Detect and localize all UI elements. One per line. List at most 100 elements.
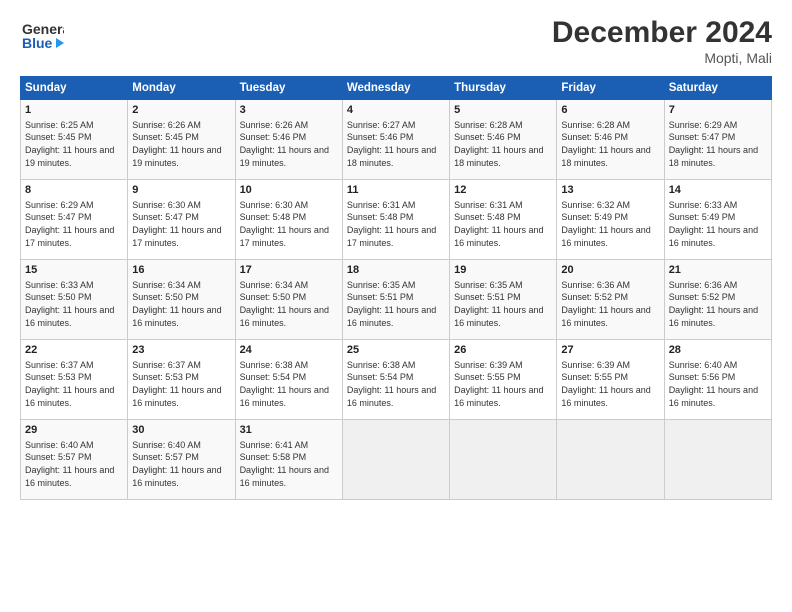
cell-info: Sunrise: 6:32 AMSunset: 5:49 PMDaylight:… — [561, 200, 650, 248]
calendar-page: General Blue December 2024 Mopti, Mali S… — [0, 0, 792, 612]
logo-icon: General Blue — [20, 16, 64, 54]
cell-info: Sunrise: 6:35 AMSunset: 5:51 PMDaylight:… — [347, 280, 436, 328]
calendar-cell: 1 Sunrise: 6:25 AMSunset: 5:45 PMDaylight… — [21, 100, 128, 180]
calendar-cell: 9Sunrise: 6:30 AMSunset: 5:47 PMDaylight… — [128, 180, 235, 260]
header-row: Sunday Monday Tuesday Wednesday Thursday… — [21, 77, 772, 100]
calendar-cell: 14Sunrise: 6:33 AMSunset: 5:49 PMDayligh… — [664, 180, 771, 260]
month-year-title: December 2024 — [552, 16, 772, 50]
day-number: 3 — [240, 103, 338, 118]
calendar-cell: 15 Sunrise: 6:33 AMSunset: 5:50 PMDayligh… — [21, 260, 128, 340]
calendar-table: Sunday Monday Tuesday Wednesday Thursday… — [20, 76, 772, 500]
day-number: 14 — [669, 183, 767, 198]
calendar-cell: 31 Sunrise: 6:41 AMSunset: 5:58 PMDayligh… — [235, 420, 342, 500]
cell-info: Sunrise: 6:37 AMSunset: 5:53 PMDaylight:… — [132, 360, 221, 408]
cell-info: Sunrise: 6:31 AMSunset: 5:48 PMDaylight:… — [347, 200, 436, 248]
day-number: 26 — [454, 343, 552, 358]
cell-info: Sunrise: 6:41 AMSunset: 5:58 PMDaylight:… — [240, 440, 329, 488]
calendar-cell: 5 Sunrise: 6:28 AMSunset: 5:46 PMDaylight… — [450, 100, 557, 180]
day-number: 25 — [347, 343, 445, 358]
col-sunday: Sunday — [21, 77, 128, 100]
col-monday: Monday — [128, 77, 235, 100]
calendar-cell — [664, 420, 771, 500]
day-number: 5 — [454, 103, 552, 118]
cell-info: Sunrise: 6:37 AMSunset: 5:53 PMDaylight:… — [25, 360, 114, 408]
day-number: 18 — [347, 263, 445, 278]
calendar-cell: 29Sunrise: 6:40 AMSunset: 5:57 PMDayligh… — [21, 420, 128, 500]
cell-info: Sunrise: 6:27 AMSunset: 5:46 PMDaylight:… — [347, 120, 436, 168]
calendar-cell: 19Sunrise: 6:35 AMSunset: 5:51 PMDayligh… — [450, 260, 557, 340]
calendar-week-row: 15 Sunrise: 6:33 AMSunset: 5:50 PMDayligh… — [21, 260, 772, 340]
calendar-cell: 13Sunrise: 6:32 AMSunset: 5:49 PMDayligh… — [557, 180, 664, 260]
page-header: General Blue December 2024 Mopti, Mali — [20, 16, 772, 66]
cell-info: Sunrise: 6:25 AMSunset: 5:45 PMDaylight:… — [25, 120, 114, 168]
col-saturday: Saturday — [664, 77, 771, 100]
calendar-cell: 23 Sunrise: 6:37 AMSunset: 5:53 PMDayligh… — [128, 340, 235, 420]
day-number: 20 — [561, 263, 659, 278]
calendar-cell — [342, 420, 449, 500]
day-number: 11 — [347, 183, 445, 198]
calendar-cell: 27 Sunrise: 6:39 AMSunset: 5:55 PMDayligh… — [557, 340, 664, 420]
day-number: 15 — [25, 263, 123, 278]
cell-info: Sunrise: 6:29 AMSunset: 5:47 PMDaylight:… — [669, 120, 758, 168]
day-number: 4 — [347, 103, 445, 118]
location-subtitle: Mopti, Mali — [552, 50, 772, 66]
day-number: 12 — [454, 183, 552, 198]
calendar-body: 1 Sunrise: 6:25 AMSunset: 5:45 PMDaylight… — [21, 100, 772, 500]
day-number: 23 — [132, 343, 230, 358]
day-number: 28 — [669, 343, 767, 358]
calendar-cell: 4 Sunrise: 6:27 AMSunset: 5:46 PMDaylight… — [342, 100, 449, 180]
day-number: 2 — [132, 103, 230, 118]
day-number: 10 — [240, 183, 338, 198]
cell-info: Sunrise: 6:33 AMSunset: 5:50 PMDaylight:… — [25, 280, 114, 328]
calendar-cell: 10 Sunrise: 6:30 AMSunset: 5:48 PMDayligh… — [235, 180, 342, 260]
svg-text:Blue: Blue — [22, 35, 53, 51]
day-number: 7 — [669, 103, 767, 118]
day-number: 27 — [561, 343, 659, 358]
day-number: 31 — [240, 423, 338, 438]
title-block: December 2024 Mopti, Mali — [552, 16, 772, 66]
calendar-week-row: 1 Sunrise: 6:25 AMSunset: 5:45 PMDaylight… — [21, 100, 772, 180]
day-number: 21 — [669, 263, 767, 278]
cell-info: Sunrise: 6:28 AMSunset: 5:46 PMDaylight:… — [561, 120, 650, 168]
col-thursday: Thursday — [450, 77, 557, 100]
calendar-cell: 17 Sunrise: 6:34 AMSunset: 5:50 PMDayligh… — [235, 260, 342, 340]
cell-info: Sunrise: 6:36 AMSunset: 5:52 PMDaylight:… — [669, 280, 758, 328]
cell-info: Sunrise: 6:40 AMSunset: 5:57 PMDaylight:… — [25, 440, 114, 488]
col-tuesday: Tuesday — [235, 77, 342, 100]
calendar-cell: 12 Sunrise: 6:31 AMSunset: 5:48 PMDayligh… — [450, 180, 557, 260]
col-friday: Friday — [557, 77, 664, 100]
cell-info: Sunrise: 6:34 AMSunset: 5:50 PMDaylight:… — [240, 280, 329, 328]
day-number: 8 — [25, 183, 123, 198]
calendar-cell: 7 Sunrise: 6:29 AMSunset: 5:47 PMDaylight… — [664, 100, 771, 180]
day-number: 1 — [25, 103, 123, 118]
day-number: 24 — [240, 343, 338, 358]
calendar-cell — [557, 420, 664, 500]
day-number: 6 — [561, 103, 659, 118]
day-number: 16 — [132, 263, 230, 278]
cell-info: Sunrise: 6:30 AMSunset: 5:48 PMDaylight:… — [240, 200, 329, 248]
day-number: 17 — [240, 263, 338, 278]
cell-info: Sunrise: 6:26 AMSunset: 5:45 PMDaylight:… — [132, 120, 221, 168]
cell-info: Sunrise: 6:28 AMSunset: 5:46 PMDaylight:… — [454, 120, 543, 168]
cell-info: Sunrise: 6:39 AMSunset: 5:55 PMDaylight:… — [561, 360, 650, 408]
calendar-cell: 21 Sunrise: 6:36 AMSunset: 5:52 PMDayligh… — [664, 260, 771, 340]
col-wednesday: Wednesday — [342, 77, 449, 100]
calendar-week-row: 8 Sunrise: 6:29 AMSunset: 5:47 PMDaylight… — [21, 180, 772, 260]
cell-info: Sunrise: 6:40 AMSunset: 5:56 PMDaylight:… — [669, 360, 758, 408]
day-number: 30 — [132, 423, 230, 438]
calendar-cell: 18 Sunrise: 6:35 AMSunset: 5:51 PMDayligh… — [342, 260, 449, 340]
cell-info: Sunrise: 6:35 AMSunset: 5:51 PMDaylight:… — [454, 280, 543, 328]
cell-info: Sunrise: 6:38 AMSunset: 5:54 PMDaylight:… — [240, 360, 329, 408]
day-number: 9 — [132, 183, 230, 198]
calendar-header: Sunday Monday Tuesday Wednesday Thursday… — [21, 77, 772, 100]
cell-info: Sunrise: 6:29 AMSunset: 5:47 PMDaylight:… — [25, 200, 114, 248]
cell-info: Sunrise: 6:38 AMSunset: 5:54 PMDaylight:… — [347, 360, 436, 408]
logo: General Blue — [20, 16, 64, 54]
calendar-cell: 25 Sunrise: 6:38 AMSunset: 5:54 PMDayligh… — [342, 340, 449, 420]
calendar-cell: 11 Sunrise: 6:31 AMSunset: 5:48 PMDayligh… — [342, 180, 449, 260]
calendar-cell: 20Sunrise: 6:36 AMSunset: 5:52 PMDayligh… — [557, 260, 664, 340]
cell-info: Sunrise: 6:31 AMSunset: 5:48 PMDaylight:… — [454, 200, 543, 248]
calendar-cell: 16Sunrise: 6:34 AMSunset: 5:50 PMDayligh… — [128, 260, 235, 340]
calendar-week-row: 29Sunrise: 6:40 AMSunset: 5:57 PMDayligh… — [21, 420, 772, 500]
calendar-cell: 3Sunrise: 6:26 AMSunset: 5:46 PMDaylight… — [235, 100, 342, 180]
